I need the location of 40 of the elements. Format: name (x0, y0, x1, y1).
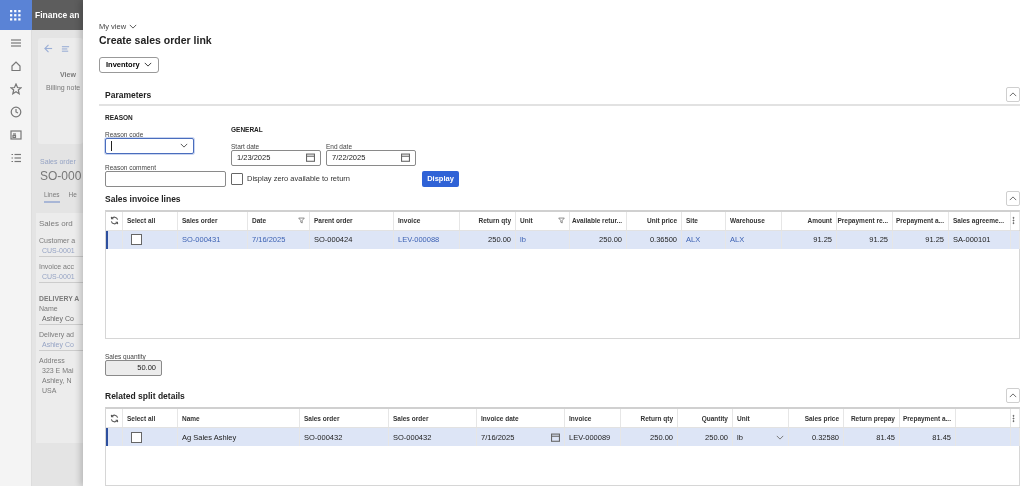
collapse-button[interactable] (1006, 87, 1020, 103)
chevron-down-icon (143, 62, 152, 68)
chevron-down-icon (776, 434, 784, 440)
chevron-up-icon (1009, 196, 1017, 202)
clock-icon[interactable] (9, 106, 22, 118)
checkbox[interactable] (231, 172, 243, 185)
checkbox[interactable] (131, 234, 142, 246)
menu-icon[interactable] (9, 37, 22, 49)
chevron-up-icon (1009, 393, 1017, 399)
workspace-icon[interactable] (9, 129, 22, 141)
refresh-icon[interactable] (110, 413, 119, 423)
star-icon[interactable] (9, 83, 22, 95)
chevron-up-icon (1009, 92, 1017, 98)
section-title: Related split details (105, 390, 185, 401)
text-cursor (111, 140, 112, 151)
checkbox[interactable] (131, 431, 142, 443)
section-title: Sales invoice lines (105, 193, 181, 204)
section-title: Parameters (105, 89, 152, 100)
record-title: SO-000 (40, 169, 83, 183)
chevron-down-icon (129, 24, 138, 30)
more-icon[interactable] (1012, 413, 1015, 423)
reason-code-dropdown[interactable] (105, 137, 194, 154)
filter-icon[interactable] (298, 217, 305, 225)
filter-icon[interactable] (558, 217, 565, 225)
chevron-down-icon (180, 143, 188, 149)
refresh-icon[interactable] (110, 216, 119, 226)
calendar-icon[interactable] (306, 153, 315, 163)
waffle-icon (10, 9, 21, 21)
app-title: Finance an (35, 10, 80, 20)
list-icon[interactable] (9, 152, 22, 164)
calendar-icon[interactable] (401, 153, 410, 163)
reason-comment-field[interactable] (105, 170, 226, 187)
card-title: Sales ord (39, 219, 74, 228)
dialog-title: Create sales order link (99, 33, 213, 46)
collapse-button[interactable] (1006, 388, 1020, 404)
app-launcher-button[interactable] (0, 0, 32, 30)
calendar-icon[interactable] (551, 432, 560, 442)
collapse-button[interactable] (1006, 191, 1020, 207)
home-icon[interactable] (9, 60, 22, 72)
more-icon[interactable] (1012, 216, 1015, 226)
